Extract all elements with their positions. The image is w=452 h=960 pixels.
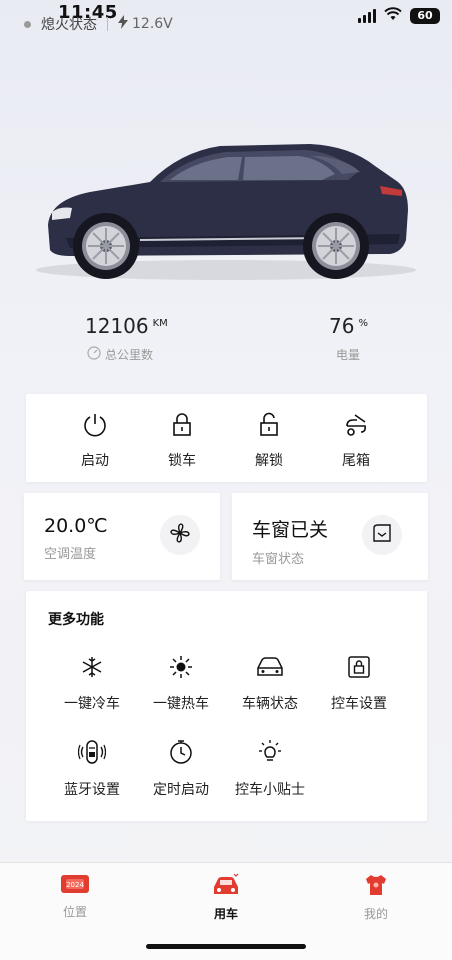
window-status: 车窗已关 <box>252 519 329 541</box>
snowflake-icon <box>80 655 104 683</box>
start-label: 启动 <box>81 453 109 469</box>
vehicle-status-button[interactable]: 车辆状态 <box>225 655 315 713</box>
signal-icon <box>358 8 376 23</box>
quick-cool-button[interactable]: 一键冷车 <box>47 655 137 713</box>
window-button[interactable] <box>362 515 402 555</box>
battery-value: 76 <box>329 314 355 338</box>
battery-stat: 76% <box>329 314 368 338</box>
lock-label: 锁车 <box>168 453 196 469</box>
engine-state-dot <box>24 20 31 28</box>
control-settings-label: 控车设置 <box>331 696 387 712</box>
home-indicator[interactable] <box>146 944 306 949</box>
nav-mine-label: 我的 <box>363 907 388 921</box>
fan-icon <box>169 522 191 548</box>
window-card[interactable]: 车窗已关 车窗状态 <box>232 493 428 580</box>
odometer-icon <box>87 346 101 363</box>
mileage-unit: KM <box>152 318 168 329</box>
status-icons: 60 <box>358 6 440 25</box>
lock-icon <box>169 412 195 442</box>
trunk-label: 尾箱 <box>342 453 370 469</box>
bluetooth-car-icon <box>77 739 107 769</box>
battery-unit: % <box>358 318 368 329</box>
bulb-icon <box>257 739 283 769</box>
car-nav-icon <box>211 873 241 901</box>
nav-location-label: 位置 <box>62 905 87 919</box>
car-status-icon <box>255 655 285 683</box>
timer-icon <box>169 739 193 769</box>
map-card-icon: 2024 <box>60 873 90 899</box>
vehicle-status-row: 熄火状态 12.6V <box>24 14 173 34</box>
battery-label: 电量 <box>336 348 361 362</box>
timer-start-label: 定时启动 <box>153 782 209 798</box>
lock-button[interactable]: 锁车 <box>142 412 222 470</box>
voltage-value: 12.6V <box>132 16 173 32</box>
bluetooth-settings-label: 蓝牙设置 <box>64 782 120 798</box>
svg-text:2024: 2024 <box>66 881 84 889</box>
divider <box>107 17 108 31</box>
vehicle-status-label: 车辆状态 <box>242 696 298 712</box>
bluetooth-settings-button[interactable]: 蓝牙设置 <box>47 739 137 799</box>
mileage-label: 总公里数 <box>105 348 154 362</box>
nav-use-car[interactable]: 用车 <box>186 873 266 922</box>
window-label: 车窗状态 <box>252 552 305 567</box>
trunk-icon <box>343 412 369 442</box>
engine-state: 熄火状态 <box>41 17 97 33</box>
tips-label: 控车小贴士 <box>235 782 305 798</box>
window-icon <box>371 522 393 548</box>
mileage-label-row: 总公里数 <box>87 346 153 363</box>
quick-actions-card: 启动 锁车 解锁 尾箱 <box>26 394 427 482</box>
mileage-stat: 12106 KM <box>85 314 168 338</box>
mileage-value: 12106 <box>85 314 149 338</box>
control-settings-button[interactable]: 控车设置 <box>314 655 404 713</box>
unlock-button[interactable]: 解锁 <box>229 412 309 470</box>
trunk-button[interactable]: 尾箱 <box>316 412 396 470</box>
wifi-icon <box>384 6 402 25</box>
shirt-icon <box>363 873 389 901</box>
climate-card[interactable]: 20.0℃ 空调温度 <box>24 493 220 580</box>
nav-location[interactable]: 2024 位置 <box>35 873 115 920</box>
climate-temperature: 20.0℃ <box>44 515 108 537</box>
battery-indicator: 60 <box>410 7 440 24</box>
unlock-icon <box>256 412 282 442</box>
more-features-title: 更多功能 <box>48 612 104 628</box>
fan-button[interactable] <box>160 515 200 555</box>
car-image <box>30 130 422 290</box>
quick-heat-label: 一键热车 <box>153 696 209 712</box>
quick-cool-label: 一键冷车 <box>64 696 120 712</box>
nav-use-car-label: 用车 <box>213 907 238 921</box>
nav-mine[interactable]: 我的 <box>336 873 416 922</box>
climate-label: 空调温度 <box>44 547 97 562</box>
more-features-card: 更多功能 一键冷车 一键热车 车辆状态 控车设置 蓝牙设置 定时启动 控车小贴士 <box>26 591 427 821</box>
sun-icon <box>169 655 193 683</box>
lock-settings-icon <box>347 655 371 683</box>
unlock-label: 解锁 <box>255 453 283 469</box>
tips-button[interactable]: 控车小贴士 <box>225 739 315 799</box>
power-icon <box>82 412 108 442</box>
bolt-icon <box>118 15 128 33</box>
start-button[interactable]: 启动 <box>55 412 135 470</box>
quick-heat-button[interactable]: 一键热车 <box>136 655 226 713</box>
timer-start-button[interactable]: 定时启动 <box>136 739 226 799</box>
